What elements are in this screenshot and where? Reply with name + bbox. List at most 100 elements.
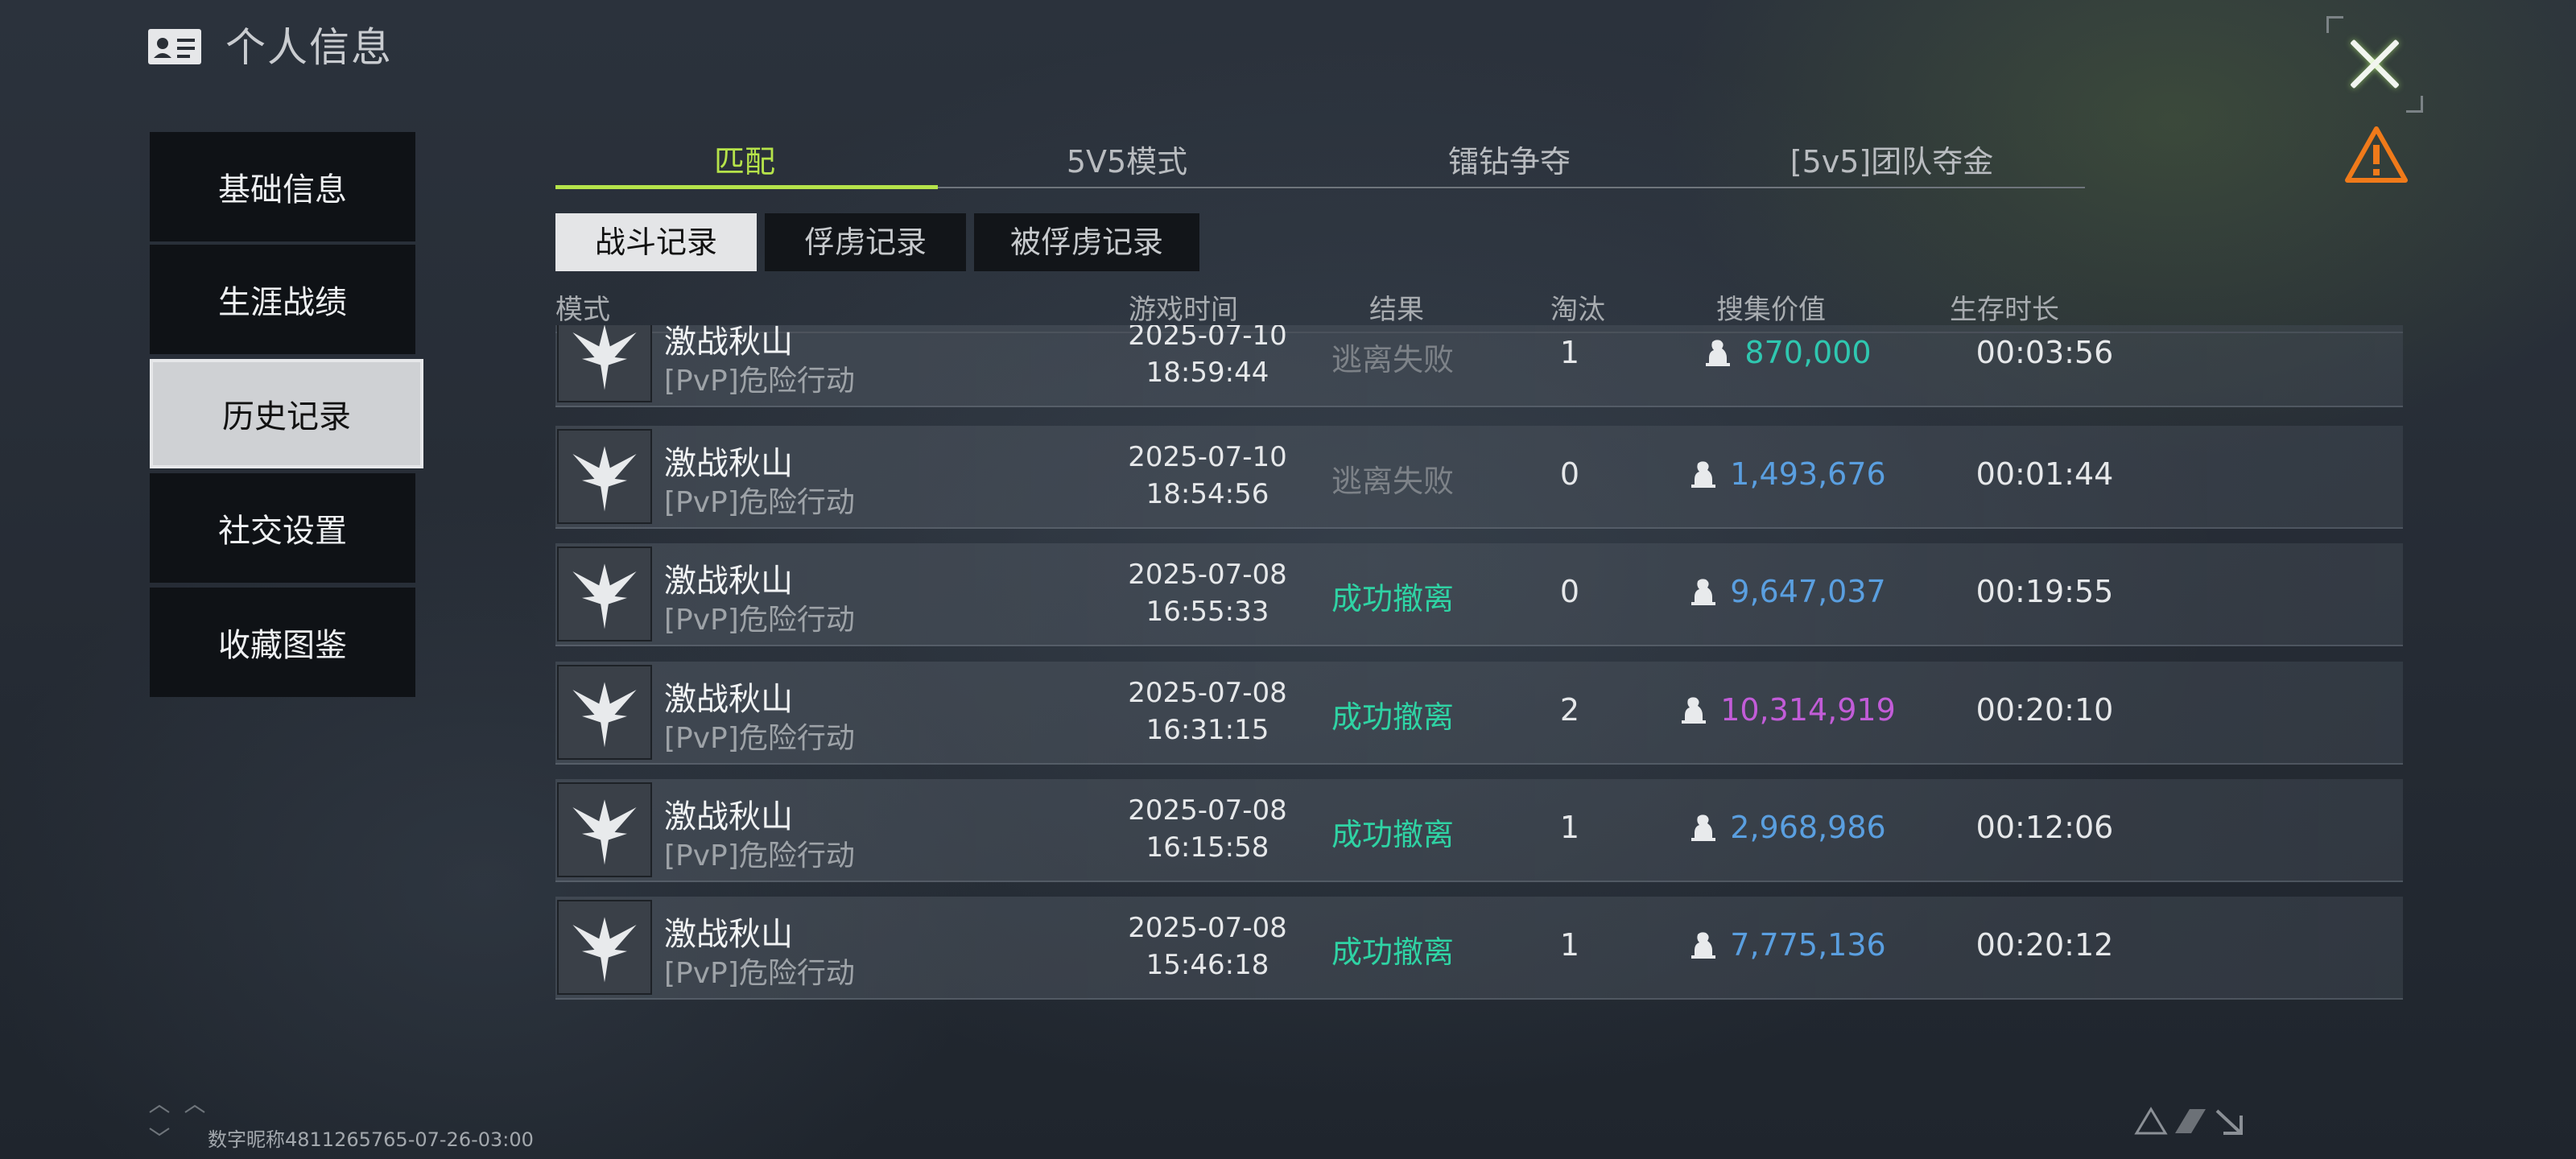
survive-duration: 00:20:12 (1975, 927, 2114, 963)
table-row[interactable]: 激战秋山 [PvP]危险行动 2025-07-10 18:59:44 逃离失败 … (555, 325, 2403, 407)
survive-duration: 00:01:44 (1975, 456, 2114, 492)
mode-emblem-icon (557, 325, 652, 402)
page-title: 个人信息 (225, 24, 393, 71)
sidebar-item-career-stats[interactable]: 生涯战绩 (150, 245, 415, 354)
collected-value: 10,314,919 (1618, 692, 1956, 728)
kills-count: 1 (1559, 927, 1580, 963)
game-time: 2025-07-08 15:46:18 (1103, 909, 1312, 984)
game-time: 2025-07-08 16:31:15 (1103, 674, 1312, 749)
currency-icon (1706, 340, 1731, 366)
mode-emblem-icon (557, 782, 652, 877)
tab-team-gold[interactable]: [5v5]团队夺金 (1703, 137, 2081, 187)
mode-subtitle: [PvP]危险行动 (664, 486, 855, 519)
game-clock: 15:46:18 (1146, 949, 1269, 981)
table-row[interactable]: 激战秋山 [PvP]危险行动 2025-07-08 16:31:15 成功撤离 … (555, 662, 2403, 765)
tab-radium-drill[interactable]: 镭钻争夺 (1320, 137, 1699, 187)
game-date: 2025-07-10 (1128, 441, 1287, 473)
column-header-survive: 生存时长 (1950, 294, 2059, 326)
sidebar-item-social-settings[interactable]: 社交设置 (150, 473, 415, 583)
collected-value-text: 7,775,136 (1730, 927, 1886, 963)
result-text: 成功撤离 (1331, 934, 1454, 970)
kills-count: 2 (1559, 692, 1580, 728)
kills-count: 1 (1559, 810, 1580, 845)
game-time: 2025-07-08 16:15:58 (1103, 792, 1312, 866)
mode-subtitle: [PvP]危险行动 (664, 365, 855, 398)
game-date: 2025-07-08 (1128, 794, 1287, 827)
currency-icon (1682, 697, 1707, 724)
tab-active-indicator (555, 185, 938, 189)
mode-name: 激战秋山 (664, 563, 793, 600)
id-card-icon (147, 27, 203, 66)
collected-value-text: 870,000 (1744, 335, 1872, 370)
table-row[interactable]: 激战秋山 [PvP]危险行动 2025-07-08 16:15:58 成功撤离 … (555, 779, 2403, 882)
sidebar-item-label: 生涯战绩 (218, 284, 347, 321)
column-header-value: 搜集价值 (1716, 294, 1826, 326)
mode-emblem-icon (557, 547, 652, 641)
game-time: 2025-07-10 18:54:56 (1103, 439, 1312, 513)
collected-value-text: 10,314,919 (1720, 692, 1896, 728)
column-header-mode: 模式 (555, 294, 610, 326)
game-date: 2025-07-08 (1128, 677, 1287, 709)
collected-value: 2,968,986 (1618, 810, 1956, 845)
result-text: 成功撤离 (1331, 581, 1454, 617)
survive-duration: 00:19:55 (1975, 574, 2114, 609)
mode-subtitle: [PvP]危险行动 (664, 957, 855, 990)
game-date: 2025-07-10 (1128, 325, 1287, 352)
survive-duration: 00:20:10 (1975, 692, 2114, 728)
mode-name: 激战秋山 (664, 681, 793, 718)
currency-icon (1691, 579, 1716, 605)
sidebar-item-basic-info[interactable]: 基础信息 (150, 132, 415, 241)
result-text: 成功撤离 (1331, 817, 1454, 852)
footer-logo-icon (2133, 1104, 2246, 1136)
collected-value: 1,493,676 (1618, 456, 1956, 492)
sidebar-item-label: 历史记录 (222, 398, 351, 435)
column-header-kills: 淘汰 (1550, 294, 1605, 326)
game-date: 2025-07-08 (1128, 559, 1287, 591)
table-row[interactable]: 激战秋山 [PvP]危险行动 2025-07-10 18:54:56 逃离失败 … (555, 426, 2403, 529)
currency-icon (1691, 932, 1716, 959)
corner-mark (2326, 16, 2343, 33)
game-clock: 16:31:15 (1146, 714, 1269, 746)
table-row[interactable]: 激战秋山 [PvP]危险行动 2025-07-08 15:46:18 成功撤离 … (555, 897, 2403, 1000)
game-time: 2025-07-10 18:59:44 (1103, 325, 1312, 391)
game-clock: 18:59:44 (1146, 357, 1269, 389)
warning-icon[interactable] (2344, 126, 2409, 184)
mode-name: 激战秋山 (664, 445, 793, 482)
mode-emblem-icon (557, 429, 652, 524)
subtab-captured-record[interactable]: 被俘虏记录 (974, 213, 1199, 271)
table-row[interactable]: 激战秋山 [PvP]危险行动 2025-07-08 16:55:33 成功撤离 … (555, 543, 2403, 646)
subtab-battle-record[interactable]: 战斗记录 (555, 213, 757, 271)
mode-name: 激战秋山 (664, 798, 793, 835)
tab-5v5-mode[interactable]: 5V5模式 (938, 137, 1316, 187)
sidebar-item-label: 基础信息 (218, 171, 347, 208)
game-clock: 18:54:56 (1146, 478, 1269, 510)
sidebar-item-label: 社交设置 (218, 513, 347, 550)
kills-count: 0 (1559, 574, 1580, 609)
corner-mark (2406, 96, 2423, 113)
collected-value-text: 2,968,986 (1730, 810, 1886, 845)
result-text: 逃离失败 (1331, 342, 1454, 377)
kills-count: 1 (1559, 335, 1580, 370)
collected-value: 9,647,037 (1618, 574, 1956, 609)
survive-duration: 00:03:56 (1975, 335, 2114, 370)
result-text: 成功撤离 (1331, 699, 1454, 735)
nickname-watermark: 数字昵称4811265765-07-26-03:00 (208, 1128, 534, 1151)
mode-subtitle: [PvP]危险行动 (664, 722, 855, 755)
mode-subtitle: [PvP]危险行动 (664, 839, 855, 872)
collected-value-text: 1,493,676 (1730, 456, 1886, 492)
column-header-result: 结果 (1369, 294, 1424, 326)
result-text: 逃离失败 (1331, 464, 1454, 499)
sidebar-item-label: 收藏图鉴 (218, 627, 347, 664)
sidebar-item-history[interactable]: 历史记录 (150, 359, 423, 468)
close-icon[interactable] (2326, 16, 2423, 113)
game-clock: 16:15:58 (1146, 831, 1269, 864)
tab-match[interactable]: 匹配 (555, 137, 934, 187)
currency-icon (1691, 815, 1716, 841)
subtab-captive-record[interactable]: 俘虏记录 (765, 213, 966, 271)
mode-subtitle: [PvP]危险行动 (664, 604, 855, 637)
collected-value-text: 9,647,037 (1730, 574, 1886, 609)
currency-icon (1691, 461, 1716, 488)
column-header-time: 游戏时间 (1129, 294, 1238, 326)
game-clock: 16:55:33 (1146, 596, 1269, 628)
sidebar-item-collection[interactable]: 收藏图鉴 (150, 588, 415, 697)
